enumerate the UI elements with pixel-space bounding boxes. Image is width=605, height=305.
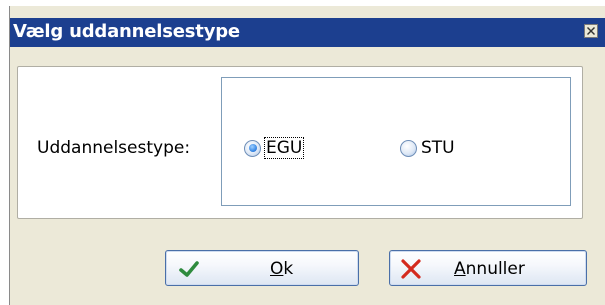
ok-button[interactable]: Ok [165, 250, 359, 286]
cancel-mnemonic: A [454, 259, 466, 279]
radio-egu-indicator[interactable] [244, 139, 261, 157]
close-button[interactable] [584, 24, 598, 38]
title-bar[interactable]: Vælg uddannelsestype [10, 18, 605, 47]
cross-icon [401, 259, 421, 279]
ok-button-label: Ok [270, 259, 293, 279]
ok-label-rest: k [283, 259, 294, 279]
ok-mnemonic: O [270, 259, 284, 279]
dialog-title: Vælg uddannelsestype [13, 21, 240, 42]
radio-egu[interactable]: EGU [244, 137, 305, 159]
radio-stu[interactable]: STU [400, 138, 455, 158]
radio-selected-dot [248, 144, 257, 152]
radio-stu-indicator[interactable] [400, 139, 417, 157]
cancel-button-label: Annuller [454, 259, 525, 279]
radio-egu-label[interactable]: EGU [263, 137, 305, 159]
radio-stu-label[interactable]: STU [421, 138, 455, 158]
cancel-label-rest: nnuller [465, 259, 525, 279]
close-icon [587, 27, 595, 35]
checkmark-icon [179, 261, 199, 277]
cancel-button[interactable]: Annuller [389, 250, 587, 286]
education-type-label: Uddannelsestype: [37, 138, 191, 158]
